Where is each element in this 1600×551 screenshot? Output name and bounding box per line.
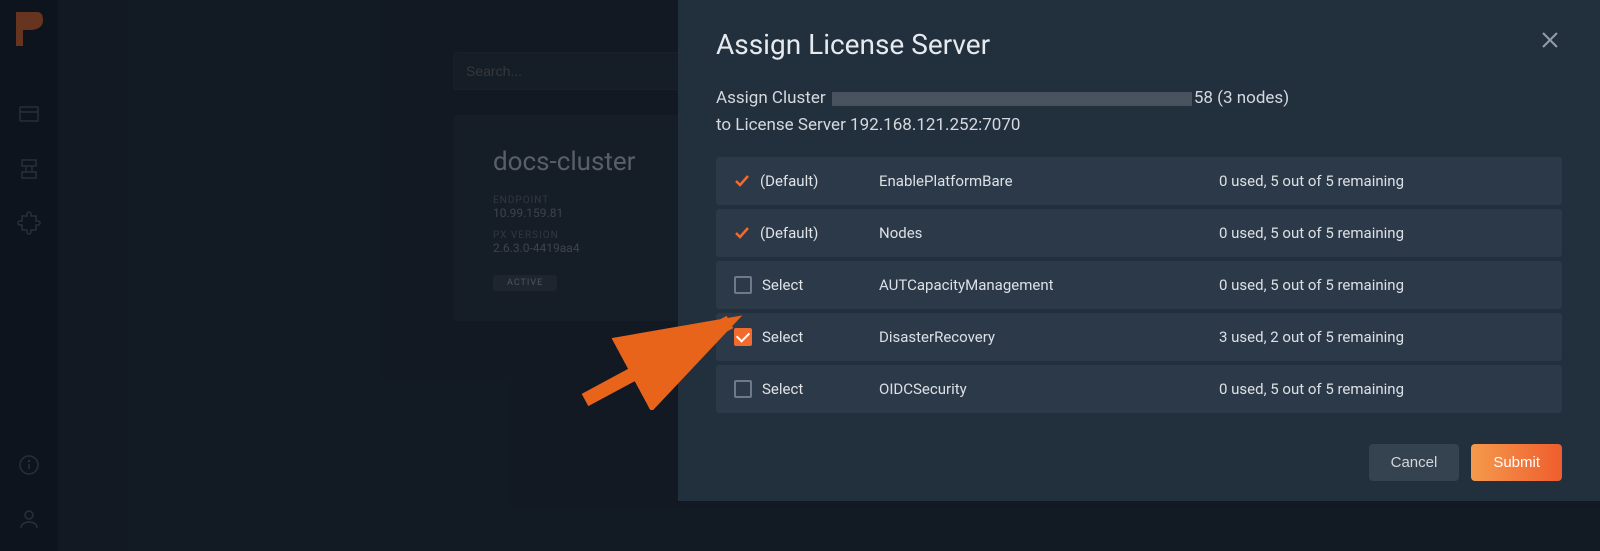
check-icon xyxy=(734,225,750,241)
license-checkbox[interactable] xyxy=(734,328,752,346)
row-select-label: (Default) xyxy=(760,224,818,242)
license-row: (Default) EnablePlatformBare0 used, 5 out… xyxy=(716,157,1562,205)
license-list: (Default)EnablePlatformBare0 used, 5 out… xyxy=(716,157,1562,413)
cancel-button[interactable]: Cancel xyxy=(1369,444,1460,481)
row-select-label: Select xyxy=(762,276,803,294)
license-row: (Default) Nodes0 used, 5 out of 5 remaini… xyxy=(716,209,1562,257)
row-select-label: (Default) xyxy=(760,172,818,190)
row-select-label: Select xyxy=(762,328,803,346)
license-checkbox[interactable] xyxy=(734,276,752,294)
license-name: DisasterRecovery xyxy=(879,328,1219,346)
close-icon[interactable] xyxy=(1538,28,1562,52)
license-usage: 0 used, 5 out of 5 remaining xyxy=(1219,276,1544,294)
license-usage: 0 used, 5 out of 5 remaining xyxy=(1219,224,1544,242)
modal-title: Assign License Server xyxy=(716,28,990,61)
modal-subtitle: Assign Cluster 58 (3 nodes) to License S… xyxy=(716,85,1562,139)
license-usage: 0 used, 5 out of 5 remaining xyxy=(1219,172,1544,190)
license-usage: 0 used, 5 out of 5 remaining xyxy=(1219,380,1544,398)
redacted-cluster-id xyxy=(832,92,1192,106)
license-name: Nodes xyxy=(879,224,1219,242)
license-usage: 3 used, 2 out of 5 remaining xyxy=(1219,328,1544,346)
check-icon xyxy=(734,173,750,189)
license-name: AUTCapacityManagement xyxy=(879,276,1219,294)
license-name: OIDCSecurity xyxy=(879,380,1219,398)
row-select-label: Select xyxy=(762,380,803,398)
license-checkbox[interactable] xyxy=(734,380,752,398)
submit-button[interactable]: Submit xyxy=(1471,444,1562,481)
license-row: Select OIDCSecurity0 used, 5 out of 5 rem… xyxy=(716,365,1562,413)
license-row: Select AUTCapacityManagement0 used, 5 out… xyxy=(716,261,1562,309)
license-row: Select DisasterRecovery3 used, 2 out of 5… xyxy=(716,313,1562,361)
assign-license-modal: Assign License Server Assign Cluster 58 … xyxy=(678,0,1600,501)
license-name: EnablePlatformBare xyxy=(879,172,1219,190)
